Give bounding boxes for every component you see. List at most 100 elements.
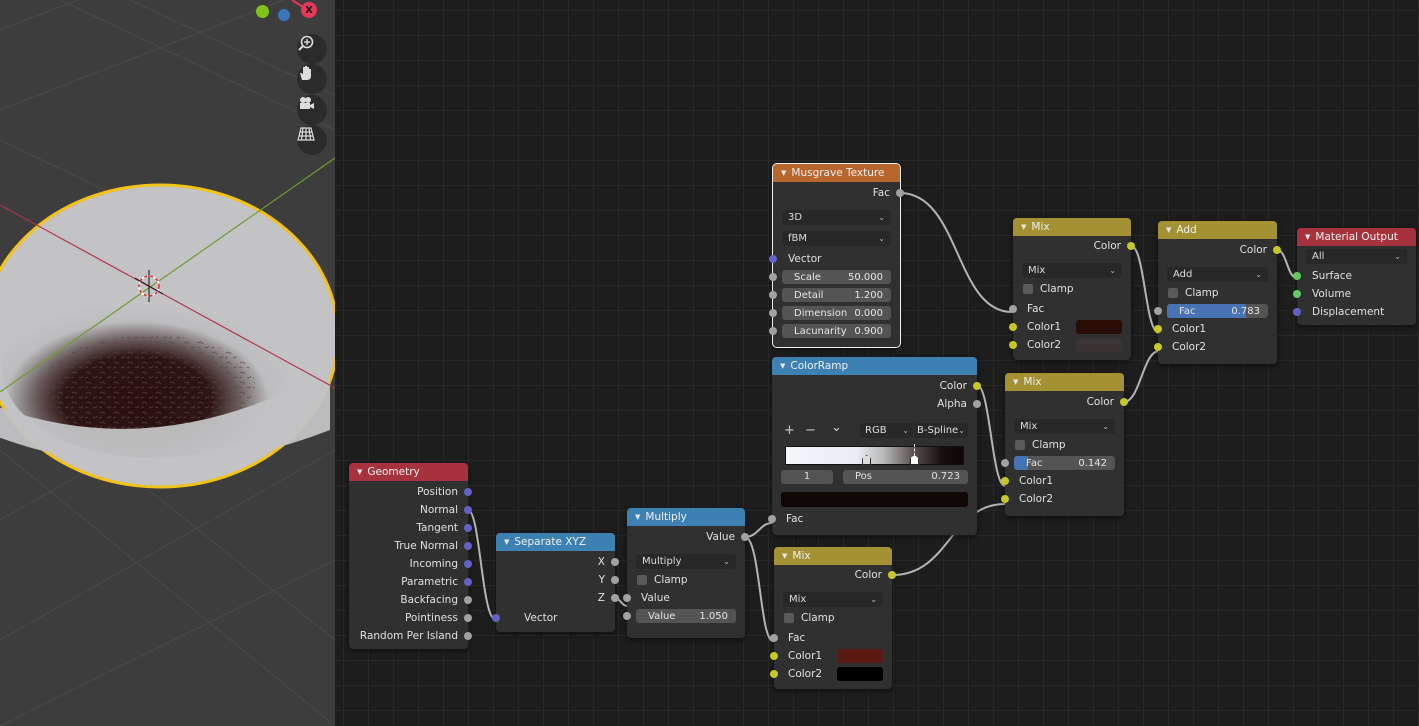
collapse-triangle-icon[interactable]: ▼	[357, 468, 362, 476]
fac-slider[interactable]: Fac 0.783	[1167, 304, 1268, 318]
camera-view-button[interactable]	[297, 95, 327, 125]
input-socket[interactable]	[1009, 323, 1017, 331]
value-field[interactable]: Value 1.050	[636, 609, 736, 623]
output-socket[interactable]	[464, 524, 472, 532]
collapse-triangle-icon[interactable]: ▼	[504, 538, 509, 546]
input-socket[interactable]	[769, 255, 777, 263]
output-socket[interactable]	[888, 571, 896, 579]
input-socket[interactable]	[1293, 308, 1301, 316]
output-socket[interactable]	[464, 506, 472, 514]
node-header[interactable]: ▼ Mix	[1005, 373, 1124, 391]
node-mix-bottom[interactable]: ▼ Mix Color Mix ⌄ Clamp Fac Color1 Color2	[770, 547, 896, 689]
collapse-triangle-icon[interactable]: ▼	[1013, 378, 1018, 386]
input-socket[interactable]	[770, 634, 778, 642]
input-socket[interactable]	[770, 670, 778, 678]
collapse-triangle-icon[interactable]: ▼	[1305, 233, 1310, 241]
clamp-checkbox[interactable]: Clamp	[774, 609, 892, 627]
add-stop-button[interactable]: +	[784, 423, 795, 438]
node-header[interactable]: ▼ Mix	[774, 547, 892, 565]
output-socket[interactable]	[611, 558, 619, 566]
clamp-checkbox[interactable]: Clamp	[1005, 436, 1124, 454]
pan-button[interactable]	[297, 64, 327, 94]
output-socket[interactable]	[464, 578, 472, 586]
node-header[interactable]: ▼ Multiply	[627, 508, 745, 526]
input-socket[interactable]	[1154, 343, 1162, 351]
ramp-stop-handle[interactable]	[862, 455, 872, 465]
input-socket[interactable]	[1009, 341, 1017, 349]
color2-swatch[interactable]	[1076, 338, 1122, 352]
checkbox[interactable]	[1168, 288, 1178, 298]
color-mode-dropdown[interactable]: RGB ⌄	[860, 423, 913, 438]
input-socket[interactable]	[1154, 325, 1162, 333]
collapse-triangle-icon[interactable]: ▼	[1166, 226, 1171, 234]
output-socket[interactable]	[464, 614, 472, 622]
collapse-triangle-icon[interactable]: ▼	[780, 362, 785, 370]
dimension-field[interactable]: Dimension 0.000	[782, 306, 891, 320]
active-stop-color-swatch[interactable]	[781, 492, 968, 507]
3d-viewport[interactable]: X	[0, 0, 335, 726]
blend-type-dropdown[interactable]: Add ⌄	[1167, 267, 1268, 282]
blend-type-dropdown[interactable]: Mix ⌄	[783, 592, 883, 607]
output-socket[interactable]	[973, 382, 981, 390]
remove-stop-button[interactable]: −	[805, 423, 816, 438]
ramp-menu-button[interactable]: ⌄	[831, 420, 842, 435]
node-geometry[interactable]: ▼ Geometry Position Normal Tangent True N…	[349, 463, 472, 649]
checkbox[interactable]	[637, 575, 647, 585]
input-socket[interactable]	[768, 515, 776, 523]
checkbox[interactable]	[1023, 284, 1033, 294]
node-header[interactable]: ▼ Geometry	[349, 463, 468, 481]
clamp-checkbox[interactable]: Clamp	[627, 571, 745, 589]
input-socket[interactable]	[492, 614, 500, 622]
output-socket[interactable]	[1273, 246, 1281, 254]
node-mix-mid[interactable]: ▼ Mix Color Mix ⌄ Clamp Fac 0.142 Color1 Co…	[1001, 373, 1128, 516]
checkbox[interactable]	[1015, 440, 1025, 450]
node-musgrave-texture[interactable]: ▼ Musgrave Texture Fac 3D ⌄ fBM ⌄ Vector Sc…	[769, 163, 904, 348]
output-socket[interactable]	[1120, 398, 1128, 406]
output-socket[interactable]	[464, 632, 472, 640]
input-socket[interactable]	[769, 273, 777, 281]
output-socket[interactable]	[464, 560, 472, 568]
input-socket[interactable]	[623, 594, 631, 602]
y-axis-dot[interactable]	[256, 5, 269, 18]
output-socket[interactable]	[464, 596, 472, 604]
target-dropdown[interactable]: All ⌄	[1306, 249, 1407, 264]
input-socket[interactable]	[623, 612, 631, 620]
node-colorramp[interactable]: ▼ ColorRamp Color Alpha + − ⌄ RGB ⌄ B-Spli…	[768, 357, 981, 535]
active-stop-index-field[interactable]: 1	[781, 470, 833, 484]
input-socket[interactable]	[769, 327, 777, 335]
output-socket[interactable]	[973, 400, 981, 408]
output-socket[interactable]	[1127, 242, 1135, 250]
blend-type-dropdown[interactable]: Mix ⌄	[1014, 419, 1115, 434]
checkbox[interactable]	[784, 613, 794, 623]
clamp-checkbox[interactable]: Clamp	[1013, 280, 1131, 298]
detail-field[interactable]: Detail 1.200	[782, 288, 891, 302]
node-mix-top[interactable]: ▼ Mix Color Mix ⌄ Clamp Fac Color1 Color2	[1009, 218, 1135, 360]
node-header[interactable]: ▼ ColorRamp	[772, 357, 977, 375]
node-header[interactable]: ▼ Mix	[1013, 218, 1131, 236]
input-socket[interactable]	[1009, 305, 1017, 313]
output-socket[interactable]	[464, 488, 472, 496]
output-socket[interactable]	[464, 542, 472, 550]
input-socket[interactable]	[1154, 307, 1162, 315]
z-axis-dot[interactable]	[278, 9, 290, 21]
x-axis-dot[interactable]: X	[301, 2, 317, 18]
fac-slider[interactable]: Fac 0.142	[1014, 456, 1115, 470]
node-material-output[interactable]: ▼ Material Output All ⌄ Surface Volume Dis…	[1293, 228, 1416, 325]
output-socket[interactable]	[611, 576, 619, 584]
interpolation-dropdown[interactable]: B-Spline ⌄	[914, 423, 968, 438]
ramp-stop-handle-active[interactable]	[909, 455, 919, 465]
lacunarity-field[interactable]: Lacunarity 0.900	[782, 324, 891, 338]
input-socket[interactable]	[1001, 459, 1009, 467]
collapse-triangle-icon[interactable]: ▼	[1021, 223, 1026, 231]
ortho-toggle-button[interactable]	[297, 125, 327, 155]
blend-type-dropdown[interactable]: Mix ⌄	[1022, 263, 1122, 278]
node-header[interactable]: ▼ Musgrave Texture	[773, 164, 900, 182]
zoom-button[interactable]	[297, 34, 327, 64]
collapse-triangle-icon[interactable]: ▼	[635, 513, 640, 521]
input-socket[interactable]	[1001, 495, 1009, 503]
node-multiply[interactable]: ▼ Multiply Value Multiply ⌄ Clamp Value Va…	[623, 508, 749, 638]
clamp-checkbox[interactable]: Clamp	[1158, 284, 1277, 302]
output-socket[interactable]	[611, 594, 619, 602]
input-socket[interactable]	[769, 309, 777, 317]
input-socket[interactable]	[770, 652, 778, 660]
